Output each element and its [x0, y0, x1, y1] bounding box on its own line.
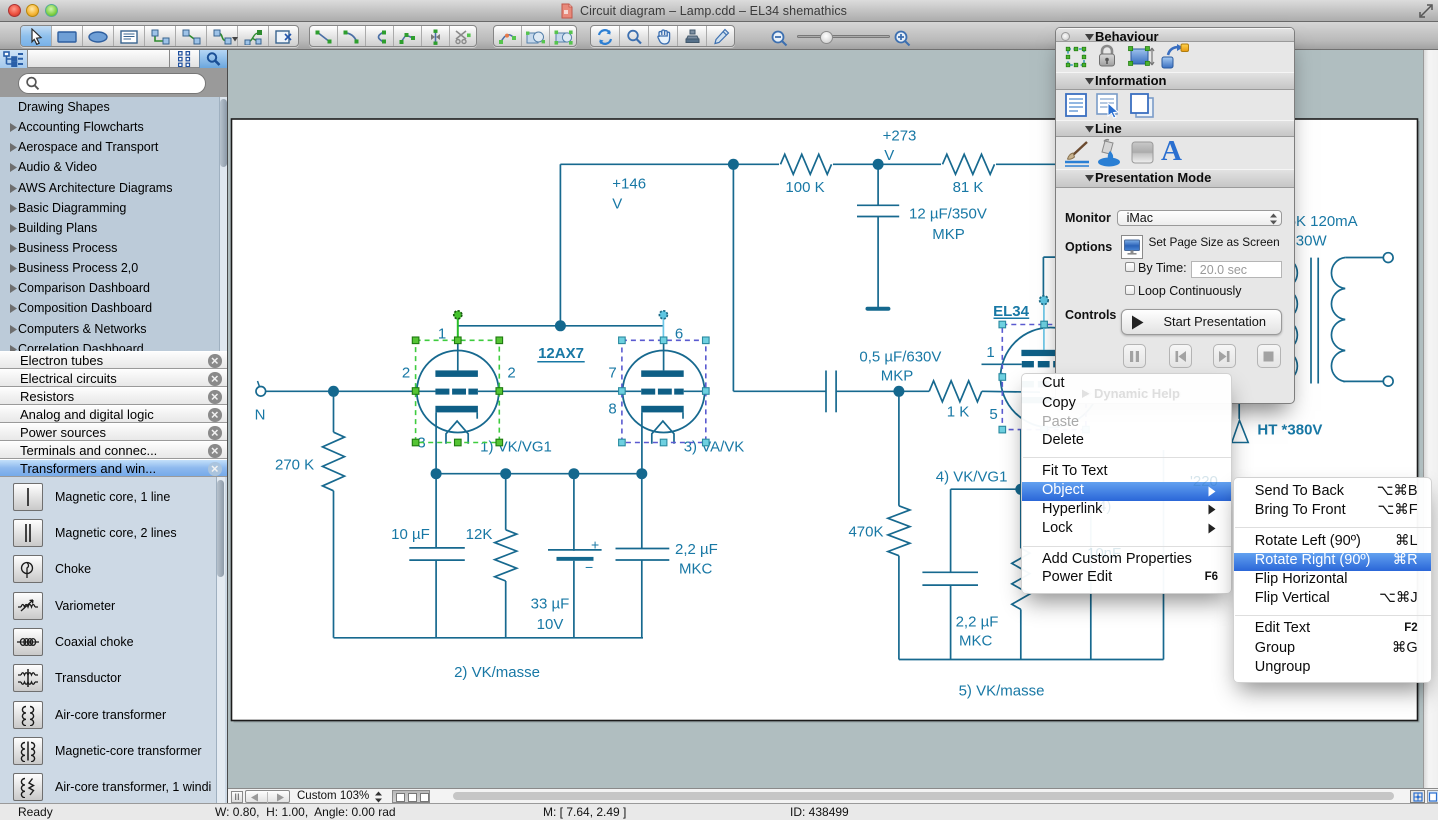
svg-text:4) VK/VG1: 4) VK/VG1	[936, 469, 1008, 486]
svg-text:MKP: MKP	[881, 368, 914, 385]
svg-text:10V: 10V	[537, 616, 564, 633]
svg-text:270 K: 270 K	[275, 457, 314, 474]
svg-text:V: V	[884, 147, 894, 164]
svg-text:5: 5	[989, 406, 997, 423]
svg-text:5K 120mA: 5K 120mA	[1288, 213, 1358, 230]
svg-text:100 K: 100 K	[785, 179, 824, 196]
svg-text:+273: +273	[883, 128, 917, 145]
svg-text:−: −	[585, 559, 593, 575]
svg-text:+146: +146	[612, 176, 646, 193]
svg-text:8: 8	[608, 401, 616, 418]
svg-text:5) VK/masse: 5) VK/masse	[959, 683, 1045, 700]
svg-text:12K: 12K	[466, 526, 493, 543]
svg-text:2: 2	[402, 365, 410, 382]
svg-text:2) VK/masse: 2) VK/masse	[454, 664, 540, 681]
svg-text:2,2 µF: 2,2 µF	[675, 541, 718, 558]
svg-text:10 µF: 10 µF	[391, 526, 430, 543]
svg-text:12 µF/350V: 12 µF/350V	[909, 205, 987, 222]
svg-text:MKP: MKP	[932, 226, 965, 243]
svg-text:2,2 µF: 2,2 µF	[956, 614, 999, 631]
svg-text:470K: 470K	[848, 524, 883, 541]
svg-text:12AX7: 12AX7	[538, 345, 584, 362]
svg-text:81 K: 81 K	[953, 179, 984, 196]
svg-text:1) VK/VG1: 1) VK/VG1	[480, 439, 552, 456]
svg-text:MKC: MKC	[679, 560, 713, 577]
svg-text:3) VA/VK: 3) VA/VK	[684, 439, 745, 456]
svg-text:7: 7	[608, 365, 616, 382]
svg-text:+: +	[591, 537, 599, 553]
svg-text:1 K: 1 K	[947, 404, 970, 421]
svg-text:V: V	[612, 196, 622, 213]
svg-text:N: N	[255, 407, 266, 424]
svg-text:MKC: MKC	[959, 633, 993, 650]
svg-text:0,5 µF/630V: 0,5 µF/630V	[859, 349, 941, 366]
svg-text:30W: 30W	[1296, 233, 1328, 250]
svg-text:1: 1	[986, 344, 994, 361]
svg-text:2: 2	[507, 365, 515, 382]
svg-text:HT *380V: HT *380V	[1257, 422, 1322, 439]
svg-text:33 µF: 33 µF	[531, 596, 570, 613]
